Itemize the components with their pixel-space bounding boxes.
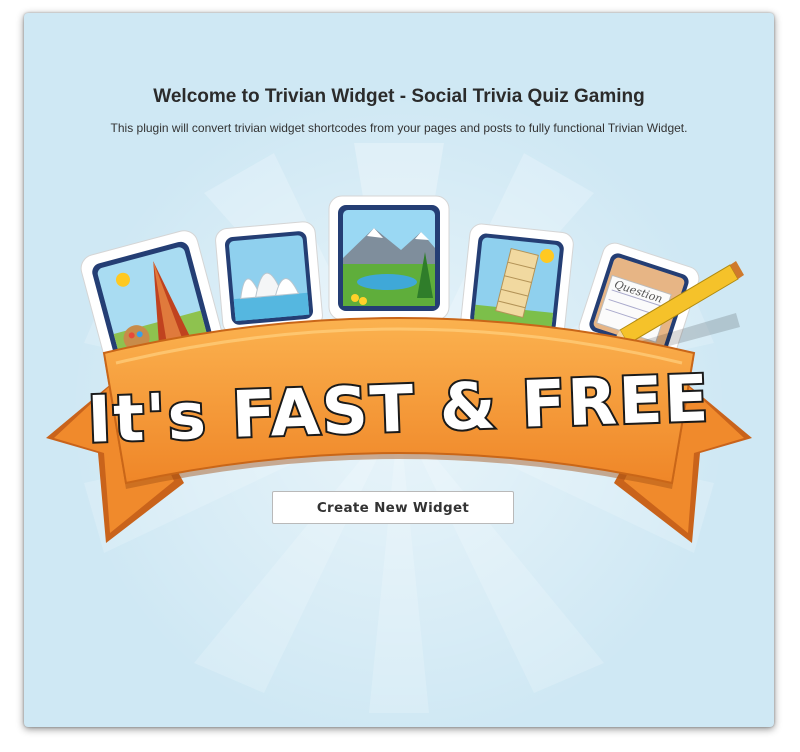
welcome-panel: Question It's FAST & FREE Welcome to Tri… (24, 13, 774, 727)
sydney-opera-house-card-icon (215, 221, 323, 335)
create-new-widget-button[interactable]: Create New Widget (272, 491, 514, 524)
mountain-lake-card-icon (328, 195, 450, 321)
page-title: Welcome to Trivian Widget - Social Trivi… (153, 86, 645, 107)
page-subtitle: This plugin will convert trivian widget … (110, 121, 688, 135)
